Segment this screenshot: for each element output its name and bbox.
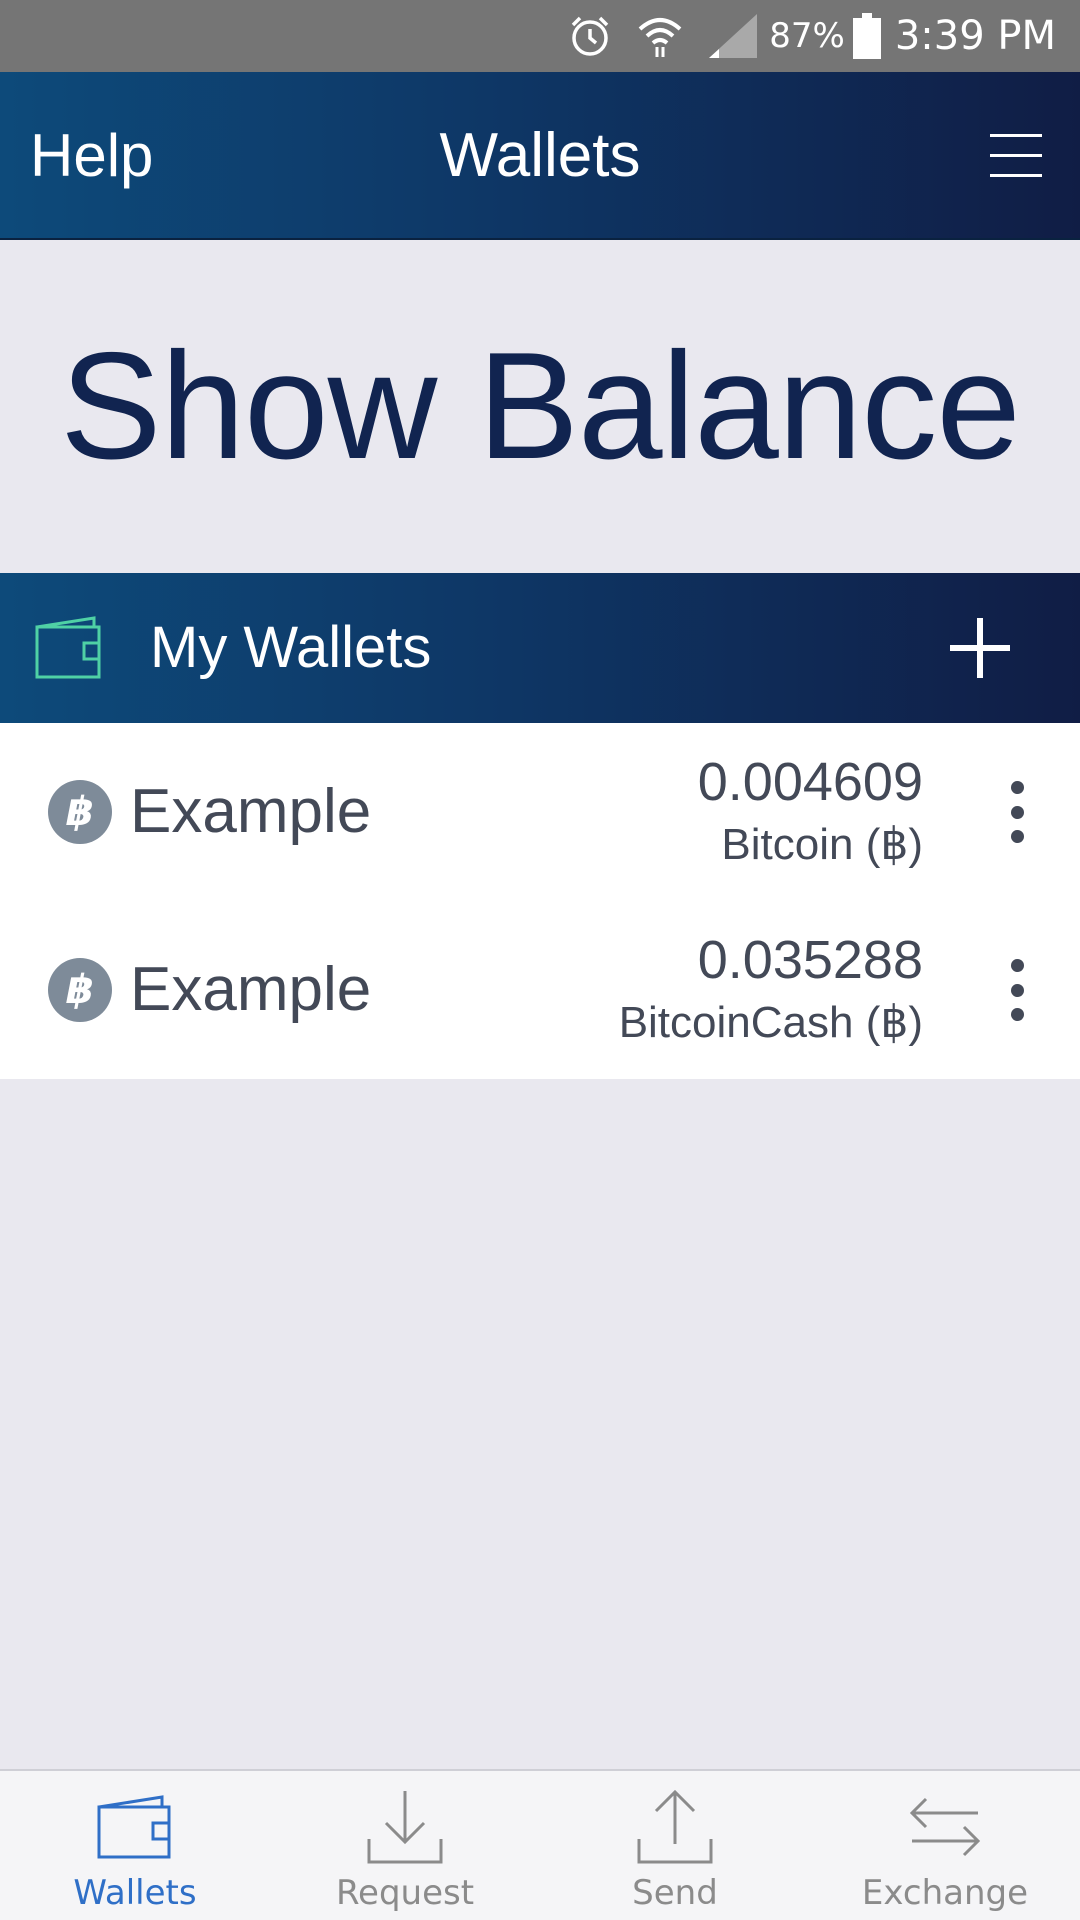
signal-icon <box>707 12 759 60</box>
tab-request[interactable]: Request <box>270 1771 540 1920</box>
tab-label: Request <box>335 1873 475 1913</box>
tab-wallets[interactable]: Wallets <box>0 1771 270 1920</box>
tab-label: Exchange <box>861 1873 1029 1913</box>
wallet-amount: 0.004609 <box>697 752 923 812</box>
wallet-row[interactable]: ฿ Example 0.035288 BitcoinCash (฿) <box>0 901 1080 1079</box>
more-options-icon[interactable] <box>1004 781 1030 843</box>
my-wallets-title: My Wallets <box>150 615 432 680</box>
hamburger-menu-icon[interactable] <box>990 134 1042 178</box>
bottom-nav: Wallets Request Send Exchange <box>0 1769 1080 1920</box>
exchange-arrows-icon <box>906 1783 984 1871</box>
wallet-name: Example <box>130 777 372 846</box>
my-wallets-header: My Wallets <box>0 573 1080 723</box>
app-header: Help Wallets <box>0 72 1080 240</box>
balance-section: Show Balance <box>0 240 1080 573</box>
download-icon <box>366 1783 444 1871</box>
show-balance-button[interactable]: Show Balance <box>60 319 1021 494</box>
tab-send[interactable]: Send <box>540 1771 810 1920</box>
bitcoin-cash-icon: ฿ <box>48 958 112 1022</box>
wifi-icon <box>635 13 685 59</box>
bitcoin-icon: ฿ <box>48 780 112 844</box>
tab-label: Send <box>632 1873 718 1913</box>
page-title: Wallets <box>439 121 641 190</box>
wallet-icon <box>96 1783 174 1871</box>
clock: 3:39 PM <box>894 13 1056 59</box>
battery-percent: 87% <box>769 16 845 56</box>
wallet-currency: BitcoinCash (฿) <box>618 998 923 1047</box>
wallet-name: Example <box>130 955 372 1024</box>
wallet-row[interactable]: ฿ Example 0.004609 Bitcoin (฿) <box>0 723 1080 901</box>
plus-icon[interactable] <box>950 618 1010 678</box>
wallet-icon <box>34 615 104 686</box>
tab-exchange[interactable]: Exchange <box>810 1771 1080 1920</box>
alarm-icon <box>567 13 613 59</box>
tab-label: Wallets <box>73 1873 197 1913</box>
wallet-amount: 0.035288 <box>697 930 923 990</box>
upload-icon <box>636 1783 714 1871</box>
more-options-icon[interactable] <box>1004 959 1030 1021</box>
status-bar: 87% 3:39 PM <box>0 0 1080 72</box>
wallet-currency: Bitcoin (฿) <box>721 820 923 869</box>
wallet-list: ฿ Example 0.004609 Bitcoin (฿) ฿ Example… <box>0 723 1080 1079</box>
battery-icon <box>852 13 881 59</box>
help-link[interactable]: Help <box>30 72 153 240</box>
